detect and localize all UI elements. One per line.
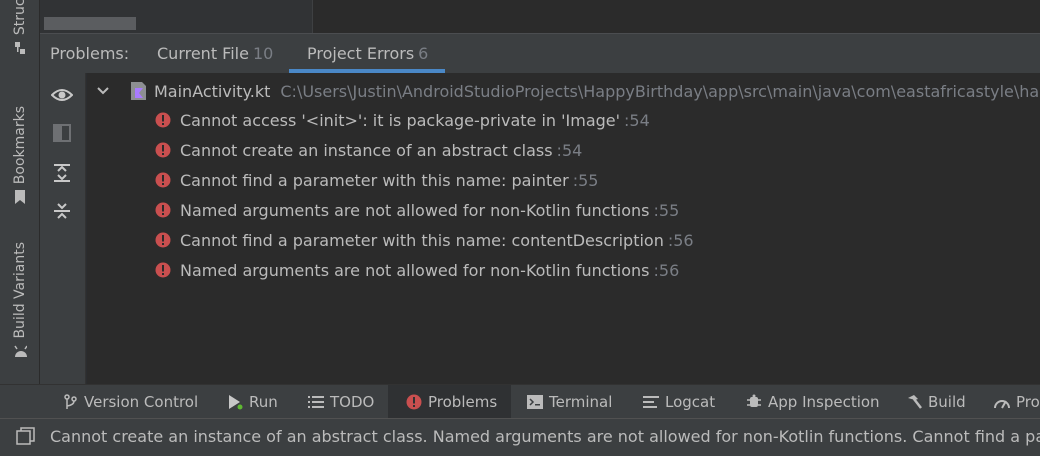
problem-line: :55: [653, 200, 680, 220]
bookmarks-label: Bookmarks: [12, 106, 28, 185]
expand-all-icon[interactable]: [50, 161, 74, 185]
tab-problems[interactable]: Problems: [388, 385, 512, 418]
error-icon: [406, 394, 422, 410]
android-icon: [13, 345, 27, 359]
problem-line: :56: [653, 260, 680, 280]
tab-profiler[interactable]: Profiler: [994, 385, 1040, 418]
problems-header-label: Problems:: [50, 44, 130, 63]
file-name: MainActivity.kt: [154, 81, 271, 101]
profiler-icon: [994, 394, 1010, 410]
tab-current-file[interactable]: Current File 10: [157, 44, 273, 63]
problem-line: :54: [624, 110, 650, 130]
collapse-all-icon[interactable]: [50, 199, 74, 223]
problems-toolbar: [40, 73, 86, 384]
run-icon: [227, 394, 243, 410]
error-icon: [155, 262, 171, 278]
divider: [312, 0, 313, 33]
build-variants-tool-tab[interactable]: Build Variants: [0, 242, 40, 359]
build-variants-label: Build Variants: [12, 242, 28, 339]
problem-message: Cannot find a parameter with this name: …: [180, 230, 664, 250]
problem-line: :56: [667, 230, 694, 250]
eye-icon[interactable]: [50, 83, 74, 107]
error-icon: [155, 172, 171, 188]
error-icon: [155, 232, 171, 248]
hammer-icon: [906, 394, 922, 410]
problem-item[interactable]: Named arguments are not allowed for non-…: [155, 256, 679, 284]
problem-item[interactable]: Cannot create an instance of an abstract…: [155, 136, 582, 164]
tab-problems-label: Problems: [428, 392, 498, 411]
tool-window-bar: Version Control Run TODO Problems Termin…: [0, 384, 1040, 418]
problem-item[interactable]: Named arguments are not allowed for non-…: [155, 196, 679, 224]
problem-message: Named arguments are not allowed for non-…: [180, 200, 650, 220]
tab-terminal[interactable]: Terminal: [527, 385, 612, 418]
problem-message: Named arguments are not allowed for non-…: [180, 260, 650, 280]
structure-icon: [13, 41, 27, 55]
branch-icon: [62, 393, 78, 410]
tab-todo[interactable]: TODO: [308, 385, 374, 418]
status-bar: Cannot create an instance of an abstract…: [0, 418, 1040, 456]
file-node[interactable]: MainActivity.kt C:\Users\Justin\AndroidS…: [87, 77, 1040, 105]
problem-message: Cannot access '<init>': it is package-pr…: [180, 110, 621, 130]
preview-icon[interactable]: [50, 121, 74, 145]
tab-current-file-count: 10: [252, 44, 274, 63]
kotlin-file-icon: [128, 81, 148, 101]
tab-profiler-label: Profiler: [1016, 392, 1040, 411]
horizontal-scrollbar[interactable]: [44, 17, 136, 30]
logcat-icon: [643, 394, 659, 410]
tab-build-label: Build: [928, 392, 966, 411]
problem-item[interactable]: Cannot find a parameter with this name: …: [155, 166, 598, 194]
tab-app-inspection[interactable]: App Inspection: [746, 385, 880, 418]
bookmarks-tool-tab[interactable]: Bookmarks: [0, 106, 40, 205]
error-icon: [155, 202, 171, 218]
terminal-icon: [527, 394, 543, 410]
list-icon: [308, 394, 324, 410]
left-tool-strip: Structure Bookmarks Build Variants: [0, 0, 40, 418]
problems-header: Problems: Current File 10 Project Errors 6: [40, 33, 1040, 73]
tab-current-file-label: Current File: [157, 44, 249, 63]
error-icon: [155, 112, 171, 128]
tab-project-errors-label: Project Errors: [307, 44, 415, 63]
problem-message: Cannot create an instance of an abstract…: [180, 140, 553, 160]
tool-window-toggle-icon[interactable]: [16, 427, 36, 451]
chevron-down-icon[interactable]: [96, 86, 110, 96]
tab-app-inspection-label: App Inspection: [768, 392, 880, 411]
structure-tool-tab[interactable]: Structure: [0, 0, 40, 55]
problem-message: Cannot find a parameter with this name: …: [180, 170, 569, 190]
tab-project-errors-count: 6: [418, 44, 429, 63]
status-message: Cannot create an instance of an abstract…: [50, 427, 1040, 446]
tab-logcat[interactable]: Logcat: [643, 385, 715, 418]
problem-item[interactable]: Cannot access '<init>': it is package-pr…: [155, 106, 650, 134]
error-icon: [155, 142, 171, 158]
problem-line: :55: [572, 170, 599, 190]
editor-area: [40, 0, 1040, 33]
tab-build[interactable]: Build: [906, 385, 966, 418]
tab-todo-label: TODO: [330, 392, 375, 411]
problems-tree: MainActivity.kt C:\Users\Justin\AndroidS…: [87, 73, 1040, 384]
tab-logcat-label: Logcat: [665, 392, 716, 411]
inspection-icon: [746, 394, 762, 410]
tab-version-control-label: Version Control: [84, 392, 199, 411]
file-path: C:\Users\Justin\AndroidStudioProjects\Ha…: [280, 81, 1040, 101]
tab-run[interactable]: Run: [227, 385, 278, 418]
problem-item[interactable]: Cannot find a parameter with this name: …: [155, 226, 694, 254]
tab-project-errors[interactable]: Project Errors 6: [307, 44, 428, 63]
tab-run-label: Run: [249, 392, 278, 411]
tab-version-control[interactable]: Version Control: [62, 385, 198, 418]
bookmark-icon: [13, 190, 27, 205]
structure-label: Structure: [12, 0, 28, 36]
problem-line: :54: [556, 140, 583, 160]
tab-terminal-label: Terminal: [549, 392, 613, 411]
